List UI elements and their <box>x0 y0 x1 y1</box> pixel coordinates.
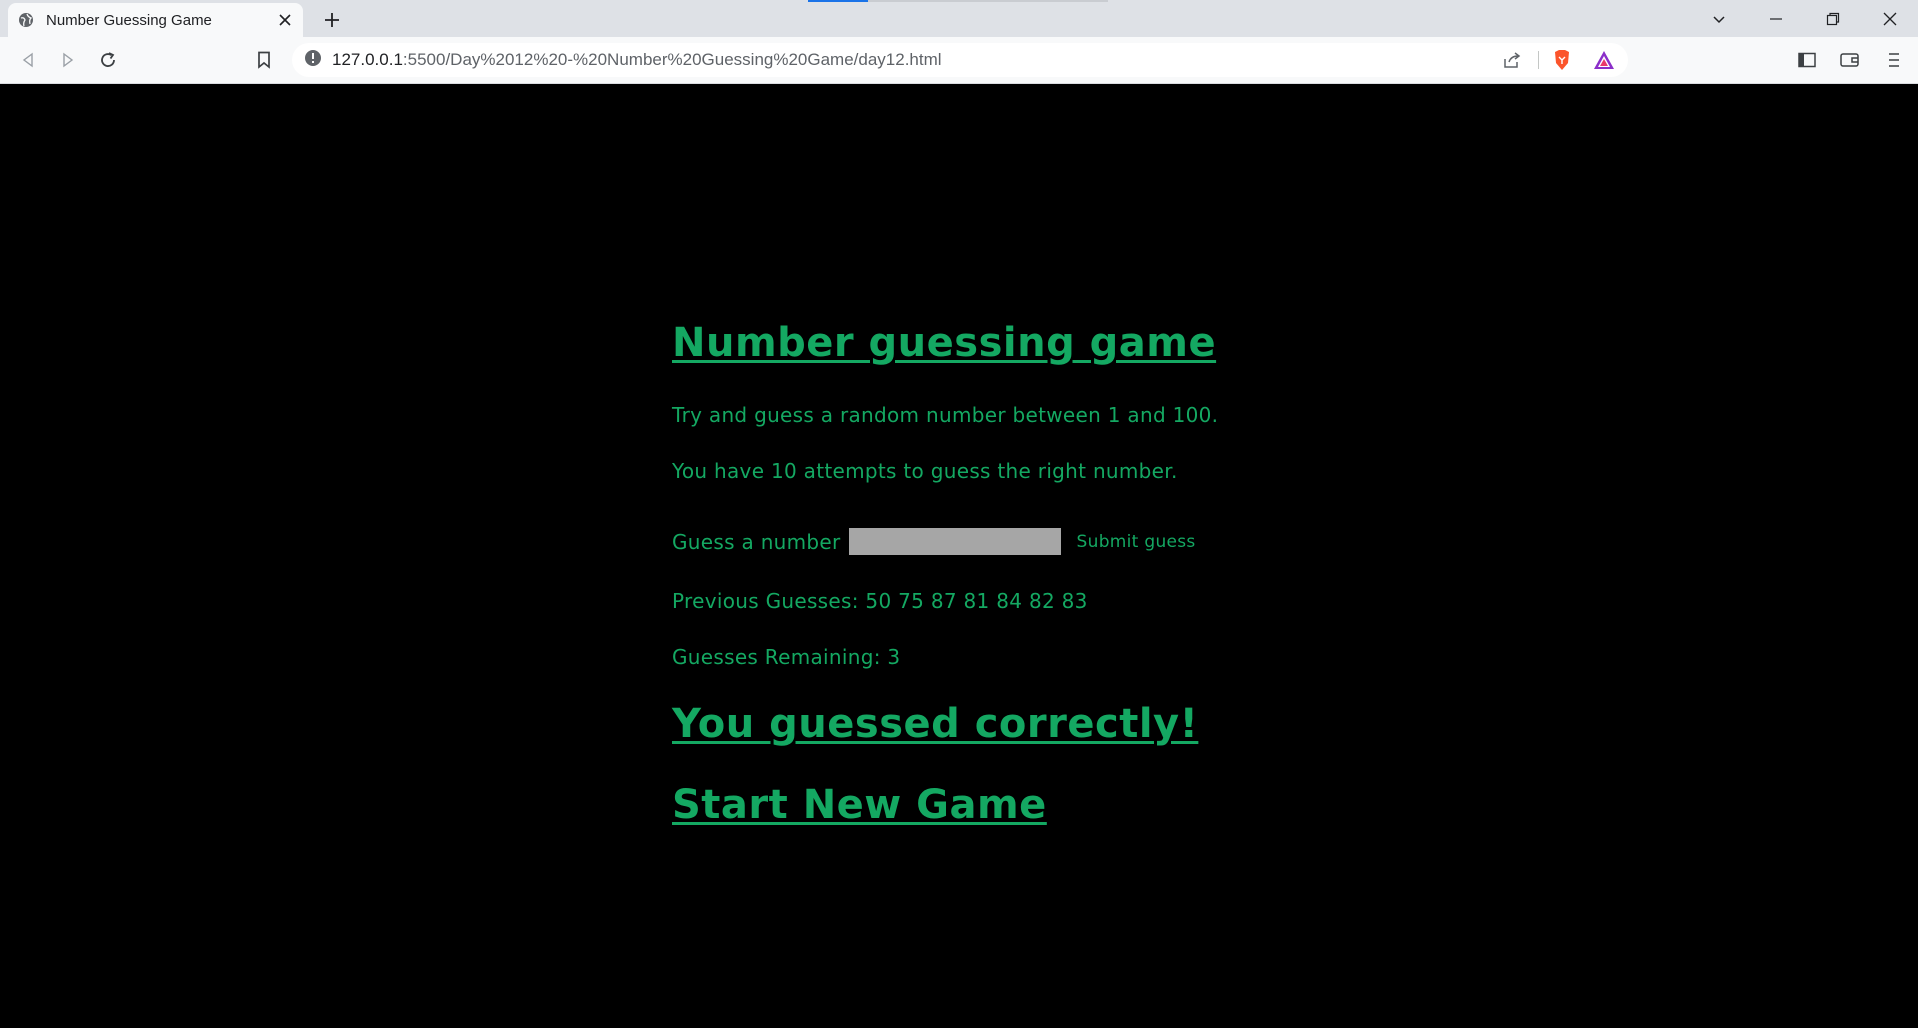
tab-strip-indicator-track <box>868 0 1108 2</box>
tab-strip: Number Guessing Game <box>0 0 1918 37</box>
restore-icon[interactable] <box>1820 6 1846 32</box>
back-icon[interactable] <box>16 48 40 72</box>
minimize-icon[interactable] <box>1763 6 1789 32</box>
globe-icon <box>18 12 34 28</box>
brave-rewards-icon[interactable] <box>1592 49 1616 71</box>
url-path: :5500/Day%2012%20-%20Number%20Guessing%2… <box>402 50 942 69</box>
submit-guess-button[interactable]: Submit guess <box>1077 532 1196 552</box>
wallet-icon[interactable] <box>1838 48 1862 72</box>
site-info-icon[interactable] <box>304 49 322 71</box>
menu-icon[interactable] <box>1882 48 1906 72</box>
page-title: Number guessing game <box>672 320 1217 366</box>
tab-title: Number Guessing Game <box>46 11 212 29</box>
intro-attempts-text: You have 10 attempts to guess the right … <box>672 459 1178 483</box>
browser-toolbar: 127.0.0.1:5500/Day%2012%20-%20Number%20G… <box>0 37 1918 84</box>
guess-input[interactable] <box>848 528 1061 555</box>
share-icon[interactable] <box>1500 49 1524 71</box>
close-window-icon[interactable] <box>1877 6 1903 32</box>
bookmark-icon[interactable] <box>252 48 276 72</box>
address-bar-divider <box>1538 51 1539 69</box>
start-new-game-button[interactable]: Start New Game <box>672 782 1047 828</box>
address-bar[interactable]: 127.0.0.1:5500/Day%2012%20-%20Number%20G… <box>292 43 1628 77</box>
tab-strip-indicator <box>808 0 868 2</box>
previous-guesses: Previous Guesses: 50 75 87 81 84 82 83 <box>672 589 1088 613</box>
sidebar-icon[interactable] <box>1795 48 1819 72</box>
reload-icon[interactable] <box>96 48 120 72</box>
close-tab-icon[interactable] <box>277 12 293 28</box>
brave-shields-icon[interactable] <box>1550 49 1574 71</box>
result-message: You guessed correctly! <box>672 701 1199 747</box>
guess-form: Guess a number Submit guess <box>672 528 1196 555</box>
guess-label: Guess a number <box>672 529 841 554</box>
url-text: 127.0.0.1:5500/Day%2012%20-%20Number%20G… <box>332 50 942 70</box>
page-viewport: Number guessing game Try and guess a ran… <box>0 84 1918 1028</box>
tab-search-icon[interactable] <box>1706 6 1732 32</box>
intro-range-text: Try and guess a random number between 1 … <box>672 403 1219 427</box>
browser-tab[interactable]: Number Guessing Game <box>8 3 303 37</box>
forward-icon[interactable] <box>56 48 80 72</box>
url-host: 127.0.0.1 <box>332 50 403 69</box>
new-tab-button[interactable] <box>320 8 344 32</box>
guesses-remaining: Guesses Remaining: 3 <box>672 645 901 669</box>
